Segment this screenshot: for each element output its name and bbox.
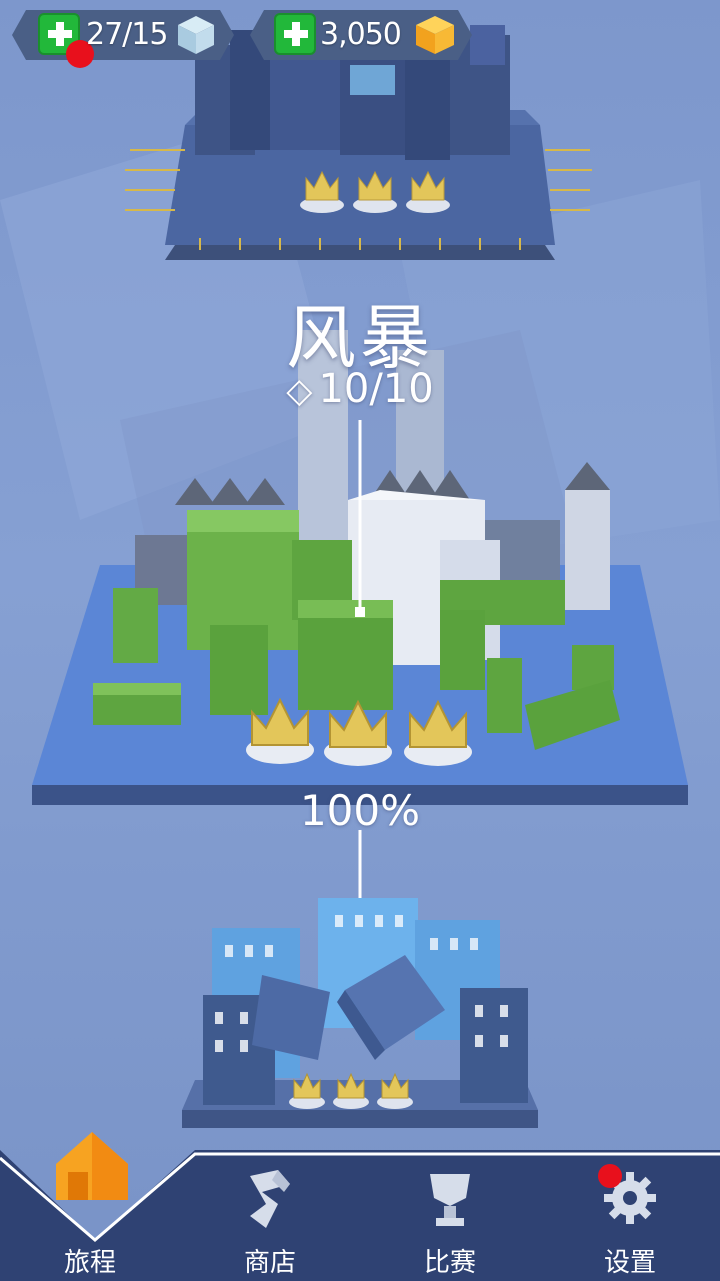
level-map-scene: [0, 25, 720, 1128]
next-level-island[interactable]: [182, 830, 538, 1128]
trophy-icon: [430, 1174, 470, 1226]
previous-level-island[interactable]: [125, 25, 592, 260]
diamond-icon: ◇: [286, 371, 313, 411]
bottom-navigation: 旅程 商店 比赛 设置: [0, 1132, 720, 1281]
lives-value: 27/15: [86, 17, 168, 52]
house-icon: [56, 1132, 128, 1200]
gem-progress: ◇ 10/10: [0, 366, 720, 412]
tab-shop[interactable]: 商店: [180, 1150, 360, 1281]
level-completion: 100%: [299, 786, 421, 835]
gold-cube-icon: [416, 16, 454, 54]
settings-notification-dot: [598, 1164, 622, 1188]
ice-cube-icon: [178, 16, 214, 54]
tab-journey[interactable]: 旅程: [0, 1132, 180, 1281]
tab-settings-label: 设置: [603, 1248, 656, 1278]
tab-shop-label: 商店: [243, 1248, 296, 1278]
shop-icon: [250, 1170, 290, 1228]
coins-value: 3,050: [320, 17, 402, 52]
tab-settings[interactable]: 设置: [540, 1150, 720, 1281]
tab-journey-label: 旅程: [63, 1248, 116, 1278]
crown-row: [246, 697, 472, 766]
gem-progress-value: 10/10: [318, 366, 434, 412]
tab-contest-label: 比赛: [423, 1248, 476, 1278]
add-coins-button[interactable]: [274, 13, 316, 55]
tab-contest[interactable]: 比赛: [360, 1150, 540, 1281]
